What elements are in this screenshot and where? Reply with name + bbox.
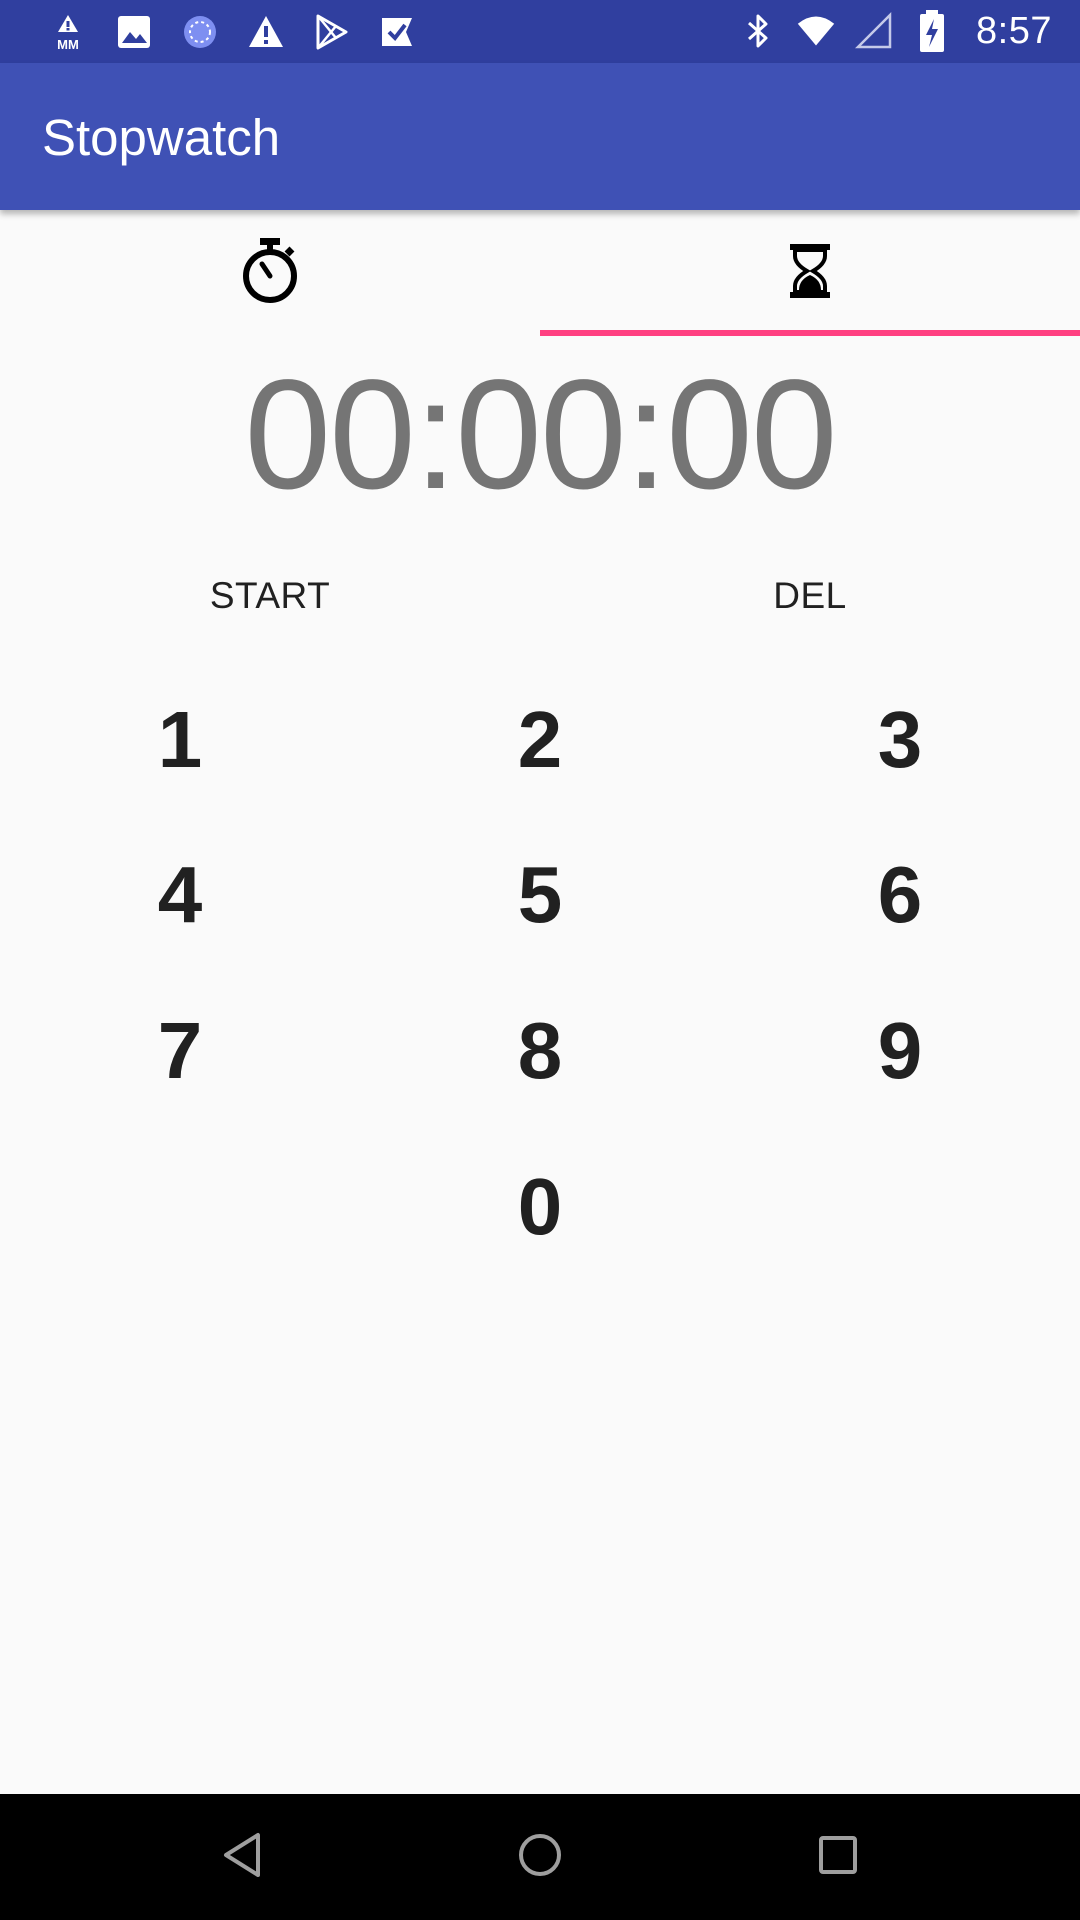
status-time: 8:57 xyxy=(976,9,1052,52)
status-right-icons: 8:57 xyxy=(738,8,1052,54)
app-title: Stopwatch xyxy=(42,109,281,166)
key-7[interactable]: 7 xyxy=(80,986,280,1116)
bluetooth-icon xyxy=(738,11,778,51)
sync-circle-icon xyxy=(180,12,220,52)
svg-text:MM: MM xyxy=(57,37,79,52)
app-bar: Stopwatch xyxy=(0,63,1080,210)
key-2[interactable]: 2 xyxy=(440,675,640,805)
navigation-bar xyxy=(0,1794,1080,1920)
key-6[interactable]: 6 xyxy=(800,830,1000,960)
stopwatch-icon xyxy=(238,236,302,311)
key-4[interactable]: 4 xyxy=(80,830,280,960)
warning-icon xyxy=(246,12,286,52)
key-8[interactable]: 8 xyxy=(440,986,640,1116)
delete-button[interactable]: DEL xyxy=(660,560,960,632)
tab-stopwatch[interactable] xyxy=(0,210,540,336)
check-flag-icon xyxy=(378,12,418,52)
key-5[interactable]: 5 xyxy=(440,830,640,960)
screen: MM 8:57 Stopwatch 00:00:00 START DEL 1 2… xyxy=(0,0,1080,1920)
back-button[interactable] xyxy=(212,1827,272,1887)
wifi-icon xyxy=(796,11,836,51)
timer-display: 00:00:00 xyxy=(244,348,837,522)
recents-icon xyxy=(816,1833,860,1882)
image-icon xyxy=(114,12,154,52)
key-0[interactable]: 0 xyxy=(440,1142,640,1272)
tab-bar xyxy=(0,210,1080,336)
key-1[interactable]: 1 xyxy=(80,675,280,805)
mm-warning-icon: MM xyxy=(48,12,88,52)
tab-timer[interactable] xyxy=(540,210,1080,336)
signal-icon xyxy=(854,11,894,51)
recents-button[interactable] xyxy=(808,1827,868,1887)
home-button[interactable] xyxy=(510,1827,570,1887)
back-icon xyxy=(220,1831,264,1884)
battery-charging-icon xyxy=(912,10,952,52)
start-button[interactable]: START xyxy=(120,560,420,632)
key-3[interactable]: 3 xyxy=(800,675,1000,805)
status-bar: MM 8:57 xyxy=(0,0,1080,63)
key-9[interactable]: 9 xyxy=(800,986,1000,1116)
status-left-icons: MM xyxy=(48,10,418,54)
tab-indicator xyxy=(540,330,1080,336)
play-store-icon xyxy=(312,12,352,52)
home-icon xyxy=(516,1831,564,1884)
hourglass-icon xyxy=(788,242,832,305)
